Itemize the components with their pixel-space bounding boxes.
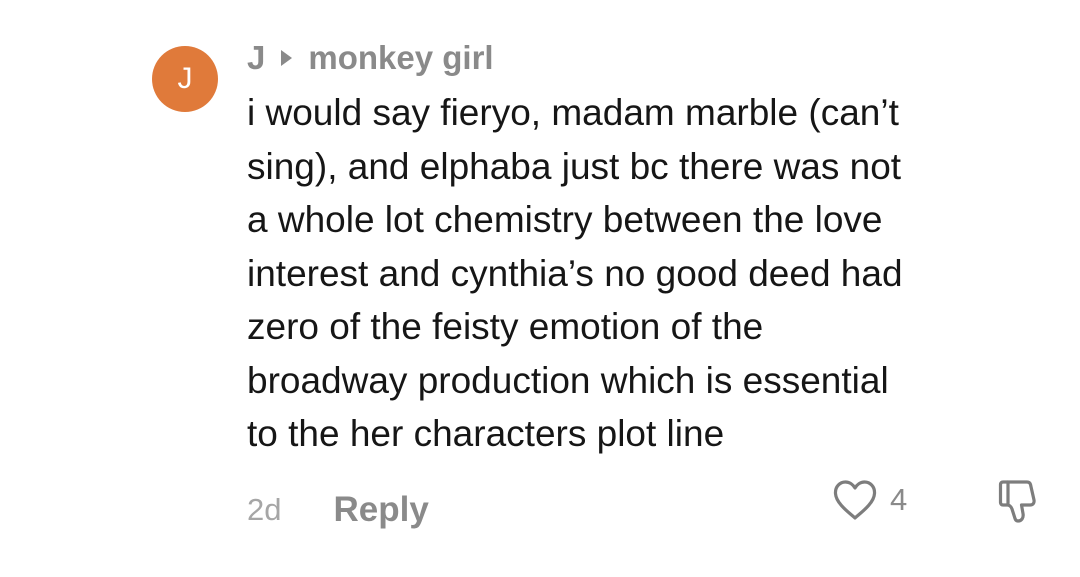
comment-header: J monkey girl (247, 38, 494, 78)
reply-arrow-icon (281, 50, 293, 66)
avatar-initial: J (177, 62, 193, 95)
reply-button[interactable]: Reply (333, 490, 428, 530)
like-count: 4 (890, 482, 908, 517)
author-name[interactable]: J (247, 39, 265, 77)
thumbs-down-outline-icon[interactable] (994, 476, 1044, 526)
comment-text: i would say fieryo, madam marble (can’t … (247, 92, 903, 454)
heart-outline-icon (833, 480, 877, 520)
timestamp: 2d (247, 492, 282, 527)
comment: J J monkey girl i would say fieryo, mada… (0, 0, 1080, 577)
reply-to-name[interactable]: monkey girl (308, 39, 493, 77)
comment-meta: 2d Reply (247, 488, 429, 532)
like-button[interactable]: 4 (832, 478, 907, 522)
avatar[interactable]: J (152, 46, 218, 112)
